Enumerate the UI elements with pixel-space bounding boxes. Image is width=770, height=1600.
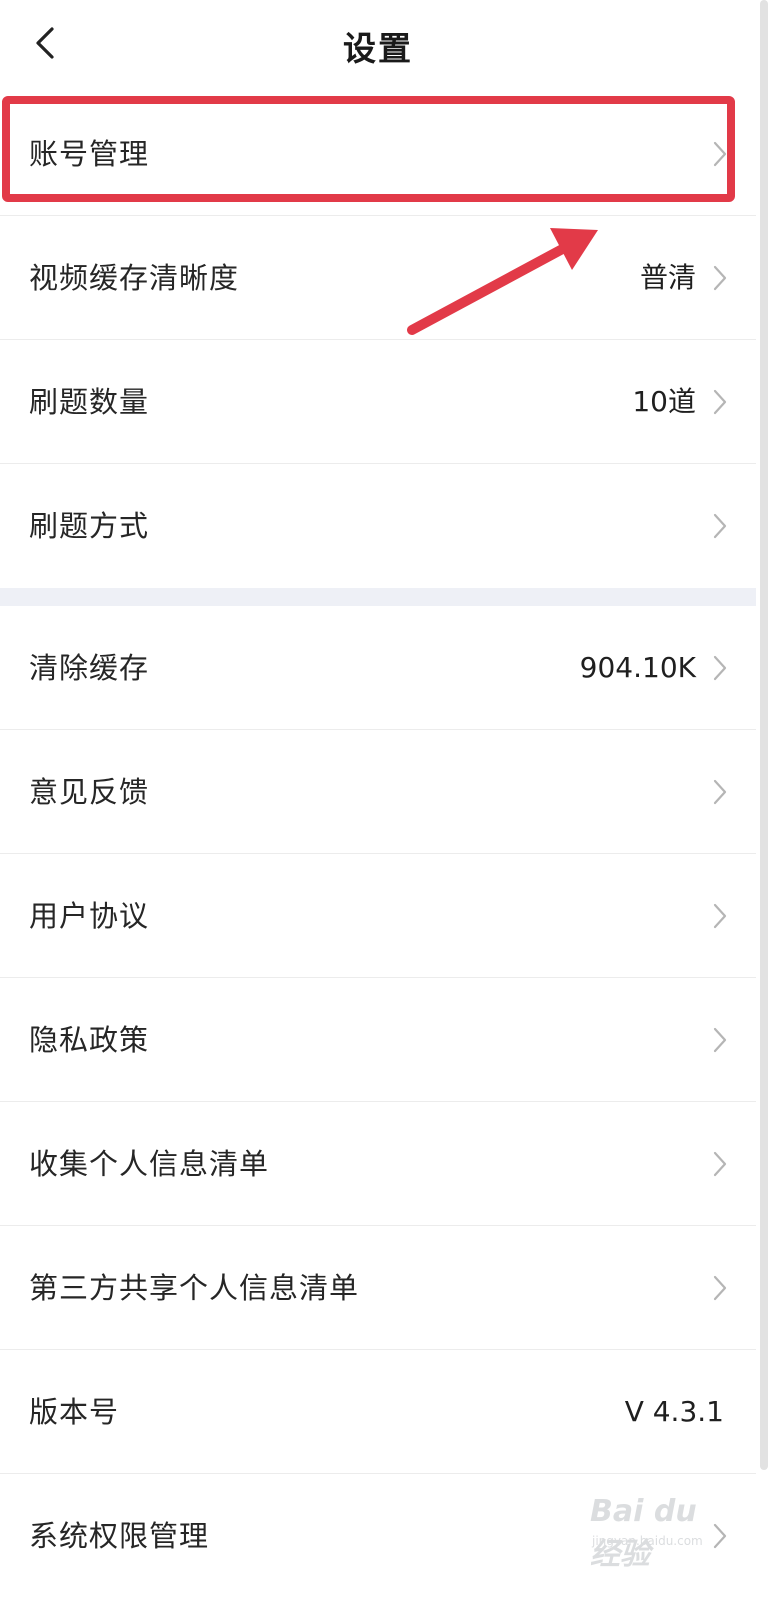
navigation-bar: 设置	[0, 0, 756, 92]
page-title: 设置	[343, 29, 413, 68]
settings-row-label: 意见反馈	[29, 775, 150, 809]
settings-row-label: 清除缓存	[29, 651, 150, 685]
chevron-right-icon	[713, 1275, 727, 1301]
scrollbar[interactable]	[760, 0, 768, 1470]
settings-row-label: 系统权限管理	[29, 1519, 210, 1553]
chevron-right-icon	[713, 1523, 727, 1549]
settings-row-value: 904.10K	[579, 651, 696, 684]
settings-row-clear-cache[interactable]: 清除缓存 904.10K	[0, 606, 756, 730]
settings-row-value: 普清	[639, 261, 696, 294]
chevron-right-icon	[713, 389, 727, 415]
chevron-right-icon	[713, 655, 727, 681]
chevron-right-icon	[713, 141, 727, 167]
settings-list: 账号管理 视频缓存清晰度 普清 刷题数量 10道 刷题方式 清除缓存 904.1…	[0, 92, 756, 1598]
settings-row-feedback[interactable]: 意见反馈	[0, 730, 756, 854]
settings-row-third-party-sharing-list[interactable]: 第三方共享个人信息清单	[0, 1226, 756, 1350]
version-value: V 4.3.1	[624, 1395, 724, 1428]
settings-row-video-cache-quality[interactable]: 视频缓存清晰度 普清	[0, 216, 756, 340]
settings-row-label: 用户协议	[29, 899, 150, 933]
chevron-right-icon	[713, 903, 727, 929]
settings-row-privacy-policy[interactable]: 隐私政策	[0, 978, 756, 1102]
chevron-right-icon	[713, 265, 727, 291]
section-divider	[0, 588, 756, 606]
settings-row-label: 视频缓存清晰度	[29, 261, 240, 295]
settings-row-user-agreement[interactable]: 用户协议	[0, 854, 756, 978]
chevron-right-icon	[713, 513, 727, 539]
settings-row-label: 版本号	[29, 1395, 120, 1429]
chevron-right-icon	[713, 1027, 727, 1053]
settings-row-personal-info-list[interactable]: 收集个人信息清单	[0, 1102, 756, 1226]
settings-row-value: 10道	[632, 385, 696, 418]
settings-row-label: 刷题方式	[29, 509, 150, 543]
settings-row-label: 刷题数量	[29, 385, 150, 419]
settings-row-label: 第三方共享个人信息清单	[29, 1271, 360, 1305]
settings-row-practice-mode[interactable]: 刷题方式	[0, 464, 756, 588]
chevron-right-icon	[713, 1151, 727, 1177]
settings-row-label: 收集个人信息清单	[29, 1147, 270, 1181]
chevron-right-icon	[713, 779, 727, 805]
settings-row-system-permissions[interactable]: 系统权限管理	[0, 1474, 756, 1598]
settings-row-label: 隐私政策	[29, 1023, 150, 1057]
settings-row-version: 版本号 V 4.3.1	[0, 1350, 756, 1474]
settings-row-question-count[interactable]: 刷题数量 10道	[0, 340, 756, 464]
settings-row-account[interactable]: 账号管理	[0, 92, 756, 216]
settings-row-label: 账号管理	[29, 137, 150, 171]
